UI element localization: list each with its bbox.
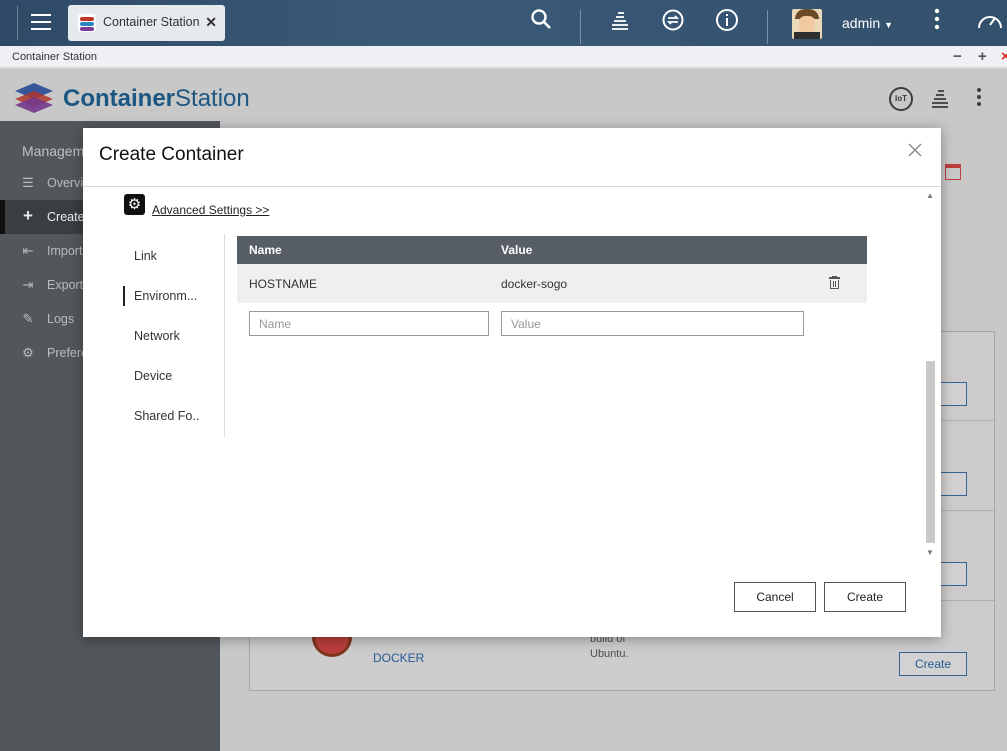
window-title-bar: Container Station − + × xyxy=(0,46,1007,68)
close-window-icon[interactable]: × xyxy=(1001,48,1007,65)
tab-network[interactable]: Network xyxy=(123,324,223,348)
advanced-settings-link[interactable]: Advanced Settings >> xyxy=(152,203,269,217)
table-header: Name Value xyxy=(237,236,867,264)
create-container-dialog: Create Container ⚙ Advanced Settings >> … xyxy=(83,128,941,637)
scroll-down-icon[interactable]: ▼ xyxy=(926,548,934,557)
scroll-up-icon[interactable]: ▲ xyxy=(926,191,934,200)
search-icon[interactable] xyxy=(526,8,556,38)
env-name-input[interactable] xyxy=(249,311,489,336)
user-menu[interactable]: admin ▼ xyxy=(842,15,893,31)
dialog-scrollbar[interactable]: ▲ ▼ xyxy=(924,189,936,561)
dashboard-icon[interactable] xyxy=(975,8,1005,38)
create-button[interactable]: Create xyxy=(824,582,906,612)
window-title: Container Station xyxy=(12,51,97,63)
avatar[interactable] xyxy=(792,9,822,39)
tab-environment[interactable]: Environm... xyxy=(123,284,223,308)
env-value-input[interactable] xyxy=(501,311,804,336)
topbar-separator xyxy=(767,10,768,44)
settings-tabs: Link Environm... Network Device Shared F… xyxy=(123,234,225,437)
column-value: Value xyxy=(501,243,533,257)
more-icon[interactable] xyxy=(922,8,952,38)
env-name-cell: HOSTNAME xyxy=(249,277,318,291)
cancel-button[interactable]: Cancel xyxy=(734,582,816,612)
trash-icon[interactable] xyxy=(829,276,840,289)
sync-icon[interactable] xyxy=(658,8,688,38)
close-tab-icon[interactable]: ✕ xyxy=(205,14,217,31)
environment-table: Name Value HOSTNAME docker-sogo xyxy=(237,236,867,303)
topbar-divider xyxy=(17,6,18,40)
app-tab-container-station[interactable]: Container Station ✕ xyxy=(68,5,225,41)
env-value-cell: docker-sogo xyxy=(501,277,568,291)
dialog-title: Create Container xyxy=(99,144,244,165)
tab-device[interactable]: Device xyxy=(123,364,223,388)
table-row: HOSTNAME docker-sogo xyxy=(237,264,867,303)
user-name: admin xyxy=(842,15,881,31)
tab-shared-folders[interactable]: Shared Fo.. xyxy=(123,404,223,428)
scrollbar-thumb[interactable] xyxy=(926,361,935,543)
info-icon[interactable] xyxy=(712,8,742,38)
dialog-divider xyxy=(83,186,941,187)
menu-icon[interactable] xyxy=(24,9,58,35)
maximize-icon[interactable]: + xyxy=(978,48,987,65)
topbar-separator xyxy=(580,10,581,44)
stack-icon[interactable] xyxy=(605,8,635,38)
minimize-icon[interactable]: − xyxy=(953,48,962,65)
tab-link[interactable]: Link xyxy=(123,244,223,268)
top-bar: Container Station ✕ admin ▼ xyxy=(0,0,1007,46)
column-name: Name xyxy=(249,243,282,257)
gear-icon: ⚙ xyxy=(124,194,145,215)
close-icon[interactable] xyxy=(908,140,922,163)
app-tab-label: Container Station xyxy=(103,15,200,29)
container-station-icon xyxy=(78,14,96,32)
